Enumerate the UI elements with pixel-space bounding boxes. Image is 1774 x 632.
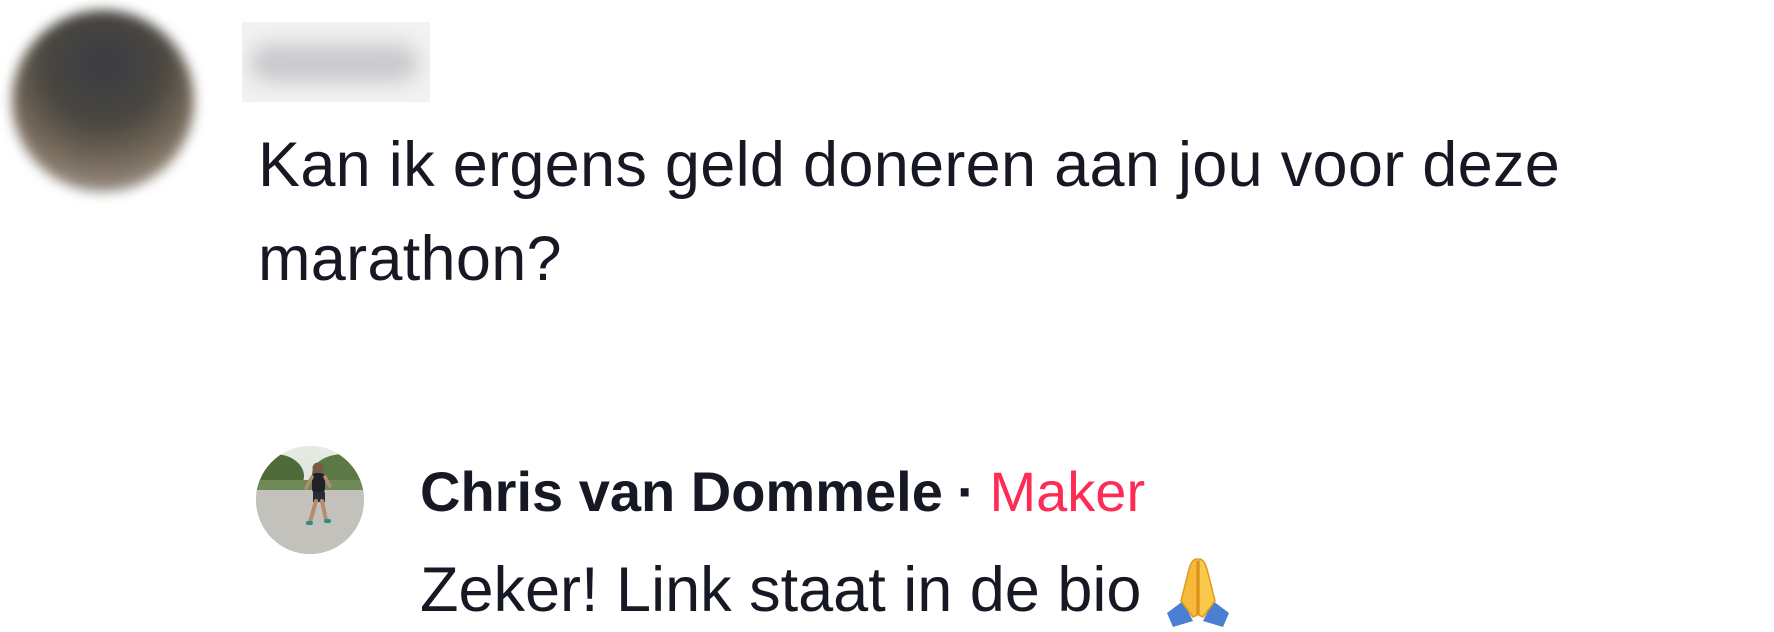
comment-thread: Kan ik ergens geld doneren aan jou voor … [0,0,1774,632]
creator-avatar[interactable] [256,446,364,554]
reply-text: Zeker! Link staat in de bio [420,555,1142,625]
creator-badge: Maker [989,460,1146,523]
reply-header: Chris van Dommele · Maker [420,454,1145,530]
comment-text: Kan ik ergens geld doneren aan jou voor … [258,130,1561,294]
creator-avatar-photo [256,446,364,554]
commenter-username-blurred[interactable] [242,22,430,102]
reply-author-name[interactable]: Chris van Dommele [420,454,943,530]
folded-hands-icon [1159,551,1237,629]
reply-text-line: Zeker! Link staat in de bio [420,548,1237,632]
header-separator: · [956,460,976,523]
commenter-avatar[interactable] [12,10,194,192]
